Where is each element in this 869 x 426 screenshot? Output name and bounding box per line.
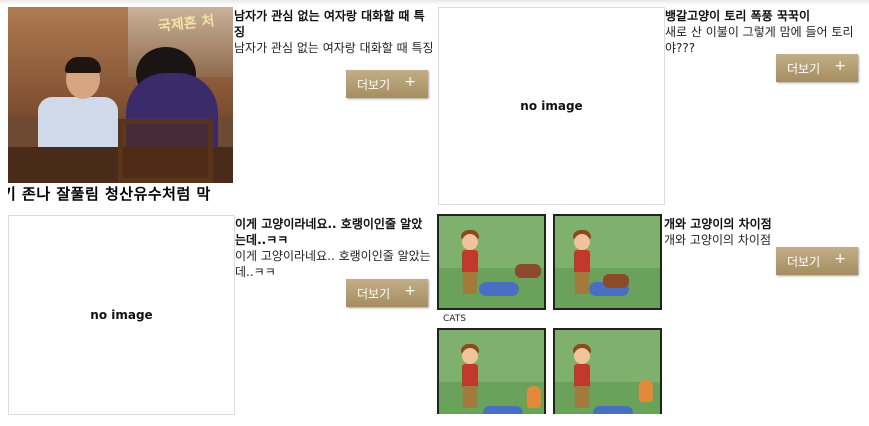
more-button-label: 더보기 <box>787 62 821 76</box>
post-thumbnail-placeholder[interactable]: no image <box>438 7 665 205</box>
post-title[interactable]: 개와 고양이의 차이점 <box>664 216 860 232</box>
post-description: 새로 산 이불이 그렇게 맘에 들어 토리야??? <box>665 25 854 55</box>
comic-panel <box>553 328 662 414</box>
plus-icon: + <box>834 58 846 74</box>
more-button-label: 더보기 <box>357 287 391 301</box>
no-image-label: no image <box>520 99 583 113</box>
comic-panel <box>437 328 546 414</box>
more-button[interactable]: 더보기 + <box>776 54 858 82</box>
plus-icon: + <box>404 283 416 299</box>
thumbnail-caption: 기 존나 잘풀림 청산유수처럼 막 <box>8 185 211 203</box>
plus-icon: + <box>404 74 416 90</box>
comic-panel <box>437 214 546 310</box>
top-shadow <box>0 0 869 5</box>
comic-panel <box>553 214 662 310</box>
comic-caption: CATS <box>443 314 466 324</box>
post-title[interactable]: 남자가 관심 없는 여자랑 대화할 때 특징 <box>234 8 434 40</box>
post-description: 이게 고양이라네요.. 호랭이인줄 알았는데..ㅋㅋ <box>235 249 431 279</box>
post-thumbnail-comic[interactable]: CATS <box>437 214 664 414</box>
plus-icon: + <box>834 251 846 267</box>
post-description: 남자가 관심 없는 여자랑 대화할 때 특징 <box>234 41 434 55</box>
more-button-label: 더보기 <box>357 78 391 92</box>
more-button[interactable]: 더보기 + <box>776 247 858 275</box>
post-title[interactable]: 이게 고양이라네요.. 호랭이인줄 알았는데..ㅋㅋ <box>235 216 431 248</box>
post-thumbnail-placeholder[interactable]: no image <box>8 215 235 415</box>
post-thumbnail-photo[interactable]: 국제혼 처 기 존나 잘풀림 청산유수처럼 막 <box>8 7 233 203</box>
more-button[interactable]: 더보기 + <box>346 279 428 307</box>
more-button-label: 더보기 <box>787 255 821 269</box>
post-description: 개와 고양이의 차이점 <box>664 233 771 247</box>
more-button[interactable]: 더보기 + <box>346 70 428 98</box>
no-image-label: no image <box>90 308 153 322</box>
post-title[interactable]: 뱅갈고양이 토리 폭풍 꾹꾹이 <box>665 8 861 24</box>
